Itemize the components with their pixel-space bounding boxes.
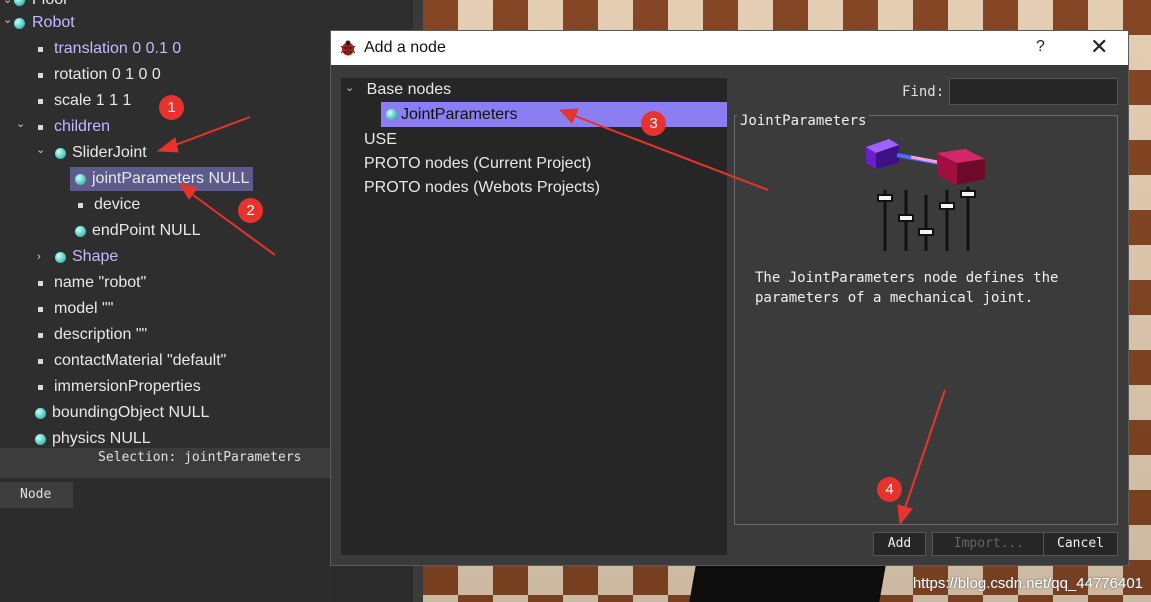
find-label: Find:: [902, 84, 945, 100]
field-square-icon: [38, 281, 43, 286]
node-dot-icon: [55, 148, 66, 159]
node-dot-icon: [35, 408, 46, 419]
dialog-titlebar[interactable]: Add a node ? ✕: [331, 31, 1128, 65]
add-node-dialog: Add a node ? ✕ ⌄ Base nodes JointParamet…: [330, 30, 1129, 566]
field-square-icon: [38, 307, 43, 312]
add-button[interactable]: Add: [873, 532, 926, 556]
field-square-icon: [38, 333, 43, 338]
expand-arrow-icon[interactable]: ›: [37, 246, 41, 268]
selection-text: Selection: jointParameters: [98, 450, 302, 465]
annotation-badge-4: 4: [877, 477, 902, 502]
collapse-arrow-icon[interactable]: ⌄: [36, 139, 45, 161]
field-square-icon: [38, 73, 43, 78]
node-dot-icon: [14, 0, 25, 6]
joint-parameters-icon: [866, 139, 985, 251]
list-item-jointparameters[interactable]: JointParameters: [381, 102, 727, 127]
field-square-icon: [38, 99, 43, 104]
collapse-arrow-icon[interactable]: ⌄: [16, 113, 25, 135]
field-square-icon: [38, 125, 43, 130]
selection-status-bar: Selection: jointParameters: [0, 448, 330, 478]
list-item-proto-current[interactable]: PROTO nodes (Current Project): [364, 152, 591, 176]
annotation-badge-1: 1: [159, 95, 184, 120]
list-item-base-nodes[interactable]: ⌄ Base nodes: [345, 78, 451, 102]
dialog-title: Add a node: [364, 39, 446, 56]
tab-node[interactable]: Node: [0, 482, 73, 508]
watermark: https://blog.csdn.net/qq_44776401: [912, 575, 1143, 592]
node-dot-icon: [55, 252, 66, 263]
node-dot-icon: [386, 109, 397, 120]
node-dot-icon: [75, 226, 86, 237]
node-list[interactable]: ⌄ Base nodes JointParameters USE PROTO n…: [341, 78, 727, 555]
annotation-badge-2: 2: [238, 198, 263, 223]
cancel-button[interactable]: Cancel: [1043, 532, 1118, 556]
node-dot-icon: [35, 434, 46, 445]
list-item-proto-webots[interactable]: PROTO nodes (Webots Projects): [364, 176, 600, 200]
bug-icon: [340, 40, 356, 56]
field-square-icon: [38, 47, 43, 52]
robot-body[interactable]: [689, 560, 887, 602]
node-description: The JointParameters node defines the par…: [755, 270, 1059, 306]
field-square-icon: [38, 359, 43, 364]
collapse-arrow-icon[interactable]: ⌄: [345, 82, 354, 94]
node-dot-icon: [14, 18, 25, 29]
help-button[interactable]: ?: [1036, 38, 1045, 56]
node-dot-icon: [75, 174, 86, 185]
field-square-icon: [78, 203, 83, 208]
collapse-arrow-icon[interactable]: ⌄: [3, 9, 12, 31]
import-button[interactable]: Import...: [932, 532, 1046, 556]
node-info-title: JointParameters: [737, 113, 870, 129]
annotation-badge-3: 3: [641, 111, 666, 136]
field-square-icon: [38, 385, 43, 390]
find-input[interactable]: [949, 78, 1118, 105]
close-button[interactable]: ✕: [1090, 34, 1108, 60]
list-item-use[interactable]: USE: [364, 128, 397, 152]
